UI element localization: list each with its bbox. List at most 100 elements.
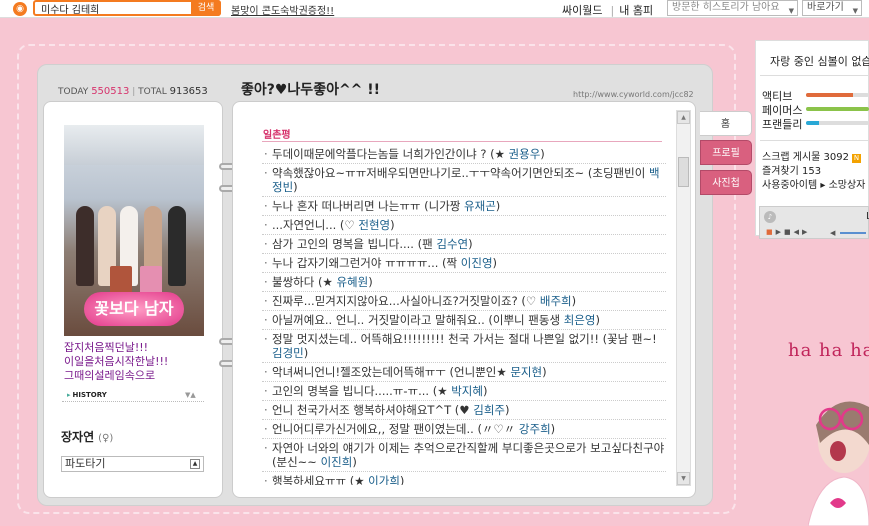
list-item: 약속했잖아요~ㅠㅠ저배우되면만나기로..ㅜㅜ약속어기면안되조~ (초딩팬빈이 백… — [262, 164, 666, 197]
history-dropdown[interactable]: 방문한 히스토리가 남아요 ▼ — [667, 0, 798, 16]
search-box: 검색 — [33, 0, 221, 16]
favorites-count[interactable]: 즐겨찾기 153 — [762, 162, 821, 177]
comment-author-link[interactable]: 이진영 — [461, 256, 493, 270]
cyworld-logo-icon[interactable]: ◉ — [13, 2, 27, 16]
promo-link[interactable]: 봄맞이 콘도숙박권증정!! — [231, 2, 334, 17]
scroll-up-icon[interactable]: ▲ — [677, 111, 690, 124]
stat-famous-fill — [806, 107, 869, 111]
comment-author-link[interactable]: 최은영 — [564, 313, 596, 327]
history-link[interactable]: HISTORY — [67, 391, 107, 399]
scroll-down-icon[interactable]: ▼ — [677, 472, 690, 485]
comment-tail: ) — [468, 237, 473, 251]
girl-mouth — [830, 441, 846, 461]
scroll-thumb[interactable] — [678, 157, 689, 187]
intro-line: 그때의설레임속으로 — [64, 369, 156, 382]
section-divider — [262, 141, 662, 142]
goto-dropdown[interactable]: 바로가기 ▼ — [802, 0, 862, 16]
comment-tail: ) — [571, 294, 577, 308]
stat-friendly-bar — [806, 121, 869, 125]
tab-profile[interactable]: 프로필 — [700, 140, 752, 165]
profile-intro: 잡지처음찍던날!!! 이일을처음시작한날!!! 그때의설레임속으로 — [64, 341, 214, 383]
comment-author-link[interactable]: 김경민 — [272, 346, 304, 360]
total-count: 913653 — [169, 86, 208, 97]
search-input[interactable] — [35, 2, 193, 14]
list-item: 언니 천국가서조 행복하셔야해요T^T (♥ 김희주) — [262, 401, 666, 420]
comment-author-link[interactable]: 강주희 — [519, 422, 551, 436]
list-item: 누나 갑자기왜그런거야 ㅠㅠㅠㅠ... (짝 이진영) — [262, 254, 666, 273]
comment-text: 두데이때문에악플다는놈들 너희가인간이냐 ? (★ — [272, 147, 509, 161]
comment-tail: ) — [303, 346, 309, 360]
search-button[interactable]: 검색 — [191, 0, 221, 16]
comment-text: 언니어디루가신거에요,, 정말 팬이였는데.. (〃♡〃 — [272, 422, 519, 436]
comment-author-link[interactable]: 박지혜 — [451, 384, 483, 398]
comment-author-link[interactable]: 권용우 — [509, 147, 541, 161]
top-nav: 싸이월드 | 내 홈피 — [562, 2, 658, 18]
list-item: 삼가 고인의 명복을 빕니다.... (팬 김수연) — [262, 235, 666, 254]
divider — [760, 75, 869, 76]
comment-tail: ) — [368, 275, 373, 289]
comment-author-link[interactable]: 전현영 — [358, 218, 390, 232]
list-item: 정말 멋지셨는데.. 어뜩해요!!!!!!!!! 천국 가서는 절대 나쁜일 없… — [262, 330, 666, 363]
comment-author-link[interactable]: 김희주 — [473, 403, 505, 417]
stat-active-fill — [806, 93, 854, 97]
comment-tail: ) — [293, 180, 298, 194]
drama-logo: 꽃보다 남자 — [84, 292, 184, 326]
items-in-use[interactable]: 사용중아이템 ▸ 소망상자 — [762, 176, 865, 191]
comment-author-link[interactable]: 배주희 — [540, 294, 572, 308]
tab-home[interactable]: 홈 — [700, 111, 752, 136]
today-count: 550513 — [91, 86, 130, 97]
comment-text: 아닐꺼예요.. 언니.. 거짓말이라고 말해줘요.. (이뿌니 팬동생 — [272, 313, 564, 327]
history-toggle-icon[interactable]: ▼▲ — [185, 391, 196, 399]
list-item: 누나 혼자 떠나버리면 나는ㅠㅠ (니가짱 유재곤) — [262, 197, 666, 216]
nav-myhome-link[interactable]: 내 홈피 — [619, 4, 653, 17]
comment-author-link[interactable]: 이진희 — [321, 455, 353, 469]
top-bar: ◉ 검색 봄맞이 콘도숙박권증정!! 싸이월드 | 내 홈피 방문한 히스토리가 남… — [0, 0, 869, 18]
photo-person — [76, 206, 94, 286]
today-label: TODAY — [58, 87, 89, 97]
section-title: 일촌평 — [263, 130, 291, 141]
comment-author-link[interactable]: 김수연 — [436, 237, 468, 251]
volume-icon[interactable]: ◀ — [830, 229, 835, 237]
comment-tail: ) — [399, 474, 405, 485]
stat-active-bar — [806, 93, 869, 97]
comment-text: 고인의 명복을 빕니다.....ㅠ-ㅠ... (★ — [272, 384, 452, 398]
tab-photo[interactable]: 사진첩 — [700, 170, 752, 195]
comment-text: 불쌍하다 (★ — [272, 275, 337, 289]
comment-tail: ) — [390, 218, 395, 232]
comment-tail: ) — [495, 199, 501, 213]
symbol-title: 자랑 중인 심볼이 없습 — [770, 55, 869, 68]
chevron-up-icon: ▲ — [190, 459, 200, 469]
comment-text: 진짜루...믿겨지지않아요...사실아니죠?거짓말이죠? (♡ — [272, 294, 540, 308]
list-item: 진짜루...믿겨지지않아요...사실아니죠?거짓말이죠? (♡ 배주희) — [262, 292, 666, 311]
homepage-url[interactable]: http://www.cyworld.com/jcc82 — [573, 90, 694, 99]
history-dropdown-label: 방문한 히스토리가 남아요 — [672, 2, 780, 13]
comment-text: 누나 혼자 떠나버리면 나는ㅠㅠ (니가짱 — [272, 199, 465, 213]
chevron-down-icon: ▼ — [852, 7, 858, 15]
comment-author-link[interactable]: 유혜원 — [336, 275, 368, 289]
comment-text: 약속했잖아요~ㅠㅠ저배우되면만나기로..ㅜㅜ약속어기면안되조~ (초딩팬빈이 — [272, 166, 649, 180]
list-item: 언니어디루가신거에요,, 정말 팬이였는데.. (〃♡〃 강주희) — [262, 420, 666, 439]
comment-author-link[interactable]: 유재곤 — [464, 199, 496, 213]
owner-gender-symbol: (♀) — [98, 433, 114, 444]
ilchon-list: 두데이때문에악플다는놈들 너희가인간이냐 ? (★ 권용우)약속했잖아요~ㅠㅠ저… — [262, 145, 666, 485]
comment-author-link[interactable]: 문지현 — [510, 365, 542, 379]
girl-illustration — [808, 401, 869, 526]
visit-counter: TODAY 550513 | TOTAL 913653 — [58, 86, 208, 97]
comment-tail: ) — [504, 403, 510, 417]
profile-photo: 꽃보다 남자 — [64, 125, 204, 336]
scrap-count[interactable]: 스크랩 게시물 3092 N — [762, 148, 862, 163]
intro-line: 이일을처음시작한날!!! — [64, 355, 169, 368]
music-icon[interactable]: ♪ — [764, 211, 776, 223]
comment-text: ...자연언니... (♡ — [272, 218, 359, 232]
volume-slider[interactable] — [840, 232, 866, 234]
scrollbar[interactable]: ▲ ▼ — [676, 110, 691, 486]
player-controls-icon[interactable]: ■▶■◀▶ — [766, 228, 810, 236]
friend-surf-label: 파도타기 — [65, 457, 106, 470]
comment-author-link[interactable]: 이가희 — [368, 474, 400, 485]
nav-cyworld-link[interactable]: 싸이월드 — [562, 4, 602, 17]
friend-surf-select[interactable]: 파도타기 ▲ — [61, 456, 204, 472]
stat-friendly-fill — [806, 121, 819, 125]
photo-ceiling — [64, 125, 204, 165]
comment-text: 행복하세요ㅠㅠ (★ — [272, 474, 369, 485]
chevron-down-icon: ▼ — [788, 7, 794, 15]
